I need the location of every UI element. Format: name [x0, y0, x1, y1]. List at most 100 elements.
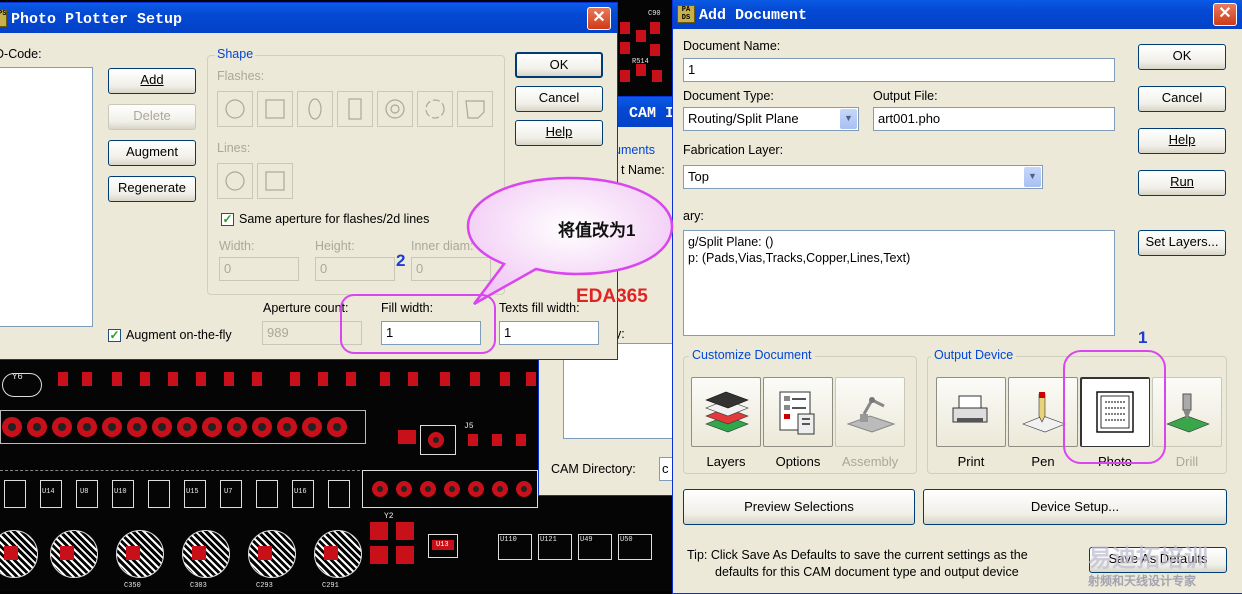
add-document-dialog: PA DS Add Document ✕ Document Name: 1 Doc…: [672, 0, 1242, 594]
assembly-button[interactable]: [835, 377, 905, 447]
pcb-pad: [444, 481, 460, 497]
same-aperture-checkbox[interactable]: ✓: [221, 213, 234, 226]
pcb-ref-label: U49: [580, 536, 593, 544]
pcb-pad: [620, 22, 630, 34]
regenerate-label: Regenerate: [118, 180, 186, 195]
height-field[interactable]: 0: [315, 257, 395, 281]
pcb-ref-label: U13: [436, 541, 449, 549]
rectangle-flash-button[interactable]: [337, 91, 373, 127]
preview-selections-button[interactable]: Preview Selections: [683, 489, 915, 525]
pcb-pad: [428, 432, 444, 448]
annular-shape-icon: [385, 99, 405, 119]
cancel-button[interactable]: Cancel: [515, 86, 603, 112]
pcb-ref-label: C90: [648, 10, 661, 18]
help-button[interactable]: Help: [515, 120, 603, 146]
layers-button[interactable]: [691, 377, 761, 447]
custom-flash-button[interactable]: [457, 91, 493, 127]
cancel-label: Cancel: [1161, 90, 1203, 105]
pcb-pad: [290, 372, 300, 386]
regenerate-button[interactable]: Regenerate: [108, 176, 196, 202]
dcode-list[interactable]: [0, 67, 93, 327]
augment-button[interactable]: Augment: [108, 140, 196, 166]
pcb-pad: [318, 372, 328, 386]
set-layers-button[interactable]: Set Layers...: [1138, 230, 1226, 256]
shape-group-label: Shape: [215, 47, 256, 61]
fabrication-layer-select[interactable]: Top ▼: [683, 165, 1043, 189]
pcb-ref-label: U121: [540, 536, 557, 544]
pcb-pad: [468, 434, 478, 446]
chevron-down-icon: ▼: [1024, 167, 1041, 187]
square-flash-button[interactable]: [257, 91, 293, 127]
summary-box: g/Split Plane: () p: (Pads,Vias,Tracks,C…: [683, 230, 1115, 336]
pcb-ref-label: U50: [620, 536, 633, 544]
pcb-ref-label: U16: [294, 488, 307, 496]
close-button[interactable]: ✕: [587, 7, 611, 30]
summary-label: ary:: [683, 209, 704, 223]
ok-label: OK: [1172, 48, 1192, 63]
pcb-pad: [258, 546, 272, 560]
cam-documents-fragment: uments: [614, 143, 655, 157]
dialog-title: Photo Plotter Setup: [11, 11, 183, 28]
output-file-field[interactable]: art001.pho: [873, 107, 1115, 131]
round-shape-icon: [225, 99, 245, 119]
annular-flash-button[interactable]: [377, 91, 413, 127]
pcb-pad: [252, 417, 272, 437]
output-file-label: Output File:: [873, 89, 938, 103]
app-icon: PS: [0, 9, 7, 27]
close-button[interactable]: ✕: [1213, 3, 1237, 26]
pcb-ref-label: Y6: [12, 372, 23, 382]
pcb-pad: [227, 417, 247, 437]
document-type-select[interactable]: Routing/Split Plane ▼: [683, 107, 859, 131]
pcb-pad: [470, 372, 480, 386]
pcb-ref-label: C350: [124, 582, 141, 590]
pcb-pad: [516, 434, 526, 446]
photo-highlight: [1063, 350, 1166, 464]
pcb-pad: [398, 430, 416, 444]
oval-flash-button[interactable]: [297, 91, 333, 127]
ok-label: OK: [549, 57, 569, 72]
pcb-pad: [396, 546, 414, 564]
augment-on-the-fly-checkbox[interactable]: ✓: [108, 329, 121, 342]
print-button[interactable]: [936, 377, 1006, 447]
width-field[interactable]: 0: [219, 257, 299, 281]
step-number-1: 1: [1138, 328, 1148, 347]
square-line-button[interactable]: [257, 163, 293, 199]
round-flash-button[interactable]: [217, 91, 253, 127]
options-button[interactable]: [763, 377, 833, 447]
pcb-pad: [302, 417, 322, 437]
printer-icon: [952, 395, 988, 423]
device-setup-label: Device Setup...: [1030, 499, 1120, 514]
oval-shape-icon: [308, 98, 322, 120]
round-line-button[interactable]: [217, 163, 253, 199]
document-name-label: Document Name:: [683, 39, 781, 53]
width-label: Width:: [219, 239, 255, 253]
help-button[interactable]: Help: [1138, 128, 1226, 154]
ok-button[interactable]: OK: [515, 52, 603, 78]
add-button[interactable]: Add: [108, 68, 196, 94]
pcb-ref-label: U15: [186, 488, 199, 496]
pcb-pad: [52, 417, 72, 437]
pcb-pad: [327, 417, 347, 437]
device-setup-button[interactable]: Device Setup...: [923, 489, 1227, 525]
watermark-cn-title: 易迪拓培训: [1088, 545, 1208, 572]
pcb-pad: [526, 372, 536, 386]
callout-text: 将值改为1: [558, 221, 636, 240]
thermal-flash-button[interactable]: [417, 91, 453, 127]
run-button[interactable]: Run: [1138, 170, 1226, 196]
pcb-pad: [202, 417, 222, 437]
pcb-pad: [396, 522, 414, 540]
pcb-pad: [516, 481, 532, 497]
delete-button[interactable]: Delete: [108, 104, 196, 130]
texts-fill-width-field[interactable]: 1: [499, 321, 599, 345]
app-icon: PA DS: [677, 5, 695, 23]
document-name-field[interactable]: 1: [683, 58, 1115, 82]
pcb-pad: [372, 481, 388, 497]
flashes-label: Flashes:: [217, 69, 265, 83]
fill-width-highlight: [340, 294, 496, 354]
lines-label: Lines:: [217, 141, 251, 155]
pcb-pad: [277, 417, 297, 437]
ok-button[interactable]: OK: [1138, 44, 1226, 70]
cancel-button[interactable]: Cancel: [1138, 86, 1226, 112]
capacitor-outline: [182, 530, 230, 578]
pcb-pad: [492, 434, 502, 446]
